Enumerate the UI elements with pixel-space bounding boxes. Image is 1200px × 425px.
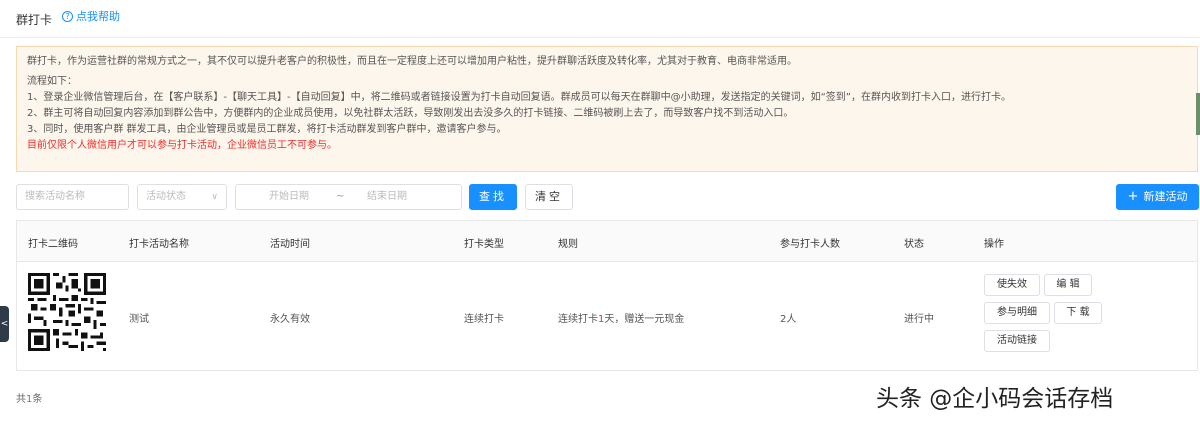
participant-details-button[interactable]: 参与明细 (984, 302, 1050, 324)
table-header: 打卡二维码 打卡活动名称 活动时间 打卡类型 规则 参与打卡人数 状态 操作 (17, 221, 1197, 262)
page-title: 群打卡 (16, 13, 53, 27)
notice-panel: 群打卡，作为运营社群的常规方式之一，其不仅可以提升老客户的积极性，而且在一定程度… (16, 46, 1198, 172)
header-name: 打卡活动名称 (129, 239, 189, 250)
activity-status-select[interactable]: 活动状态 ∨ (137, 184, 227, 210)
header-status: 状态 (904, 239, 924, 250)
notice-intro: 群打卡，作为运营社群的常规方式之一，其不仅可以提升老客户的积极性，而且在一定程度… (27, 56, 797, 67)
notice-warning: 目前仅限个人微信用户才可以参与打卡活动，企业微信员工不可参与。 (27, 140, 337, 151)
cell-activity-name: 测试 (129, 314, 149, 325)
search-button[interactable]: 查找 (469, 184, 517, 210)
rule-suffix: 天，赠送一元现金 (604, 314, 685, 325)
cell-status: 进行中 (904, 314, 934, 325)
start-date-input[interactable]: 开始日期 (269, 185, 309, 209)
question-circle-icon: ? (62, 10, 73, 22)
disable-button[interactable]: 使失效 (984, 274, 1040, 296)
notice-step-1: 1、登录企业微信管理后台，在【客户联系】-【聊天工具】-【自动回复】中，将二维码… (27, 92, 1011, 103)
end-date-input[interactable]: 结束日期 (367, 185, 407, 209)
activity-link-button[interactable]: 活动链接 (984, 330, 1050, 352)
watermark-text: 头条 @企小码会话存档 (876, 386, 1114, 412)
total-prefix: 共 (16, 394, 26, 405)
new-activity-label: 新建活动 (1143, 190, 1188, 203)
new-activity-button[interactable]: + 新建活动 (1116, 184, 1199, 210)
help-link-label: 点我帮助 (76, 10, 120, 23)
cell-participant-count: 2人 (780, 314, 797, 325)
total-count: 共1条 (16, 390, 42, 405)
clear-button[interactable]: 清空 (525, 184, 573, 210)
header-time: 活动时间 (270, 239, 310, 250)
cell-rule: 连续打卡1天，赠送一元现金 (558, 310, 684, 325)
scrollbar-thumb[interactable] (1196, 93, 1200, 135)
download-button[interactable]: 下 载 (1054, 302, 1102, 324)
sidebar-toggle[interactable]: < (0, 306, 9, 342)
header-ops: 操作 (984, 239, 1004, 250)
qr-code-image (28, 273, 106, 351)
date-range-picker[interactable]: 开始日期 ~ 结束日期 (235, 184, 462, 210)
edit-button[interactable]: 编 辑 (1044, 274, 1092, 296)
date-separator: ~ (336, 191, 345, 202)
help-link[interactable]: ? 点我帮助 (62, 8, 120, 24)
notice-step-3: 3、同时，使用客户群 群发工具，由企业管理员或是员工群发，将打卡活动群发到客户群… (27, 124, 507, 135)
filter-bar: 搜索活动名称 活动状态 ∨ 开始日期 ~ 结束日期 查找 清空 + 新建活动 (0, 184, 1200, 210)
header-qr: 打卡二维码 (28, 239, 78, 250)
notice-step-2: 2、群主可将自动回复内容添加到群公告中，方便群内的企业成员使用，以免社群太活跃，… (27, 108, 794, 119)
header-rule: 规则 (558, 239, 578, 250)
activity-status-placeholder: 活动状态 (146, 191, 186, 202)
header-count: 参与打卡人数 (780, 239, 840, 250)
cell-checkin-type: 连续打卡 (464, 314, 504, 325)
rule-prefix: 连续打卡 (558, 314, 598, 325)
chevron-down-icon: ∨ (211, 192, 218, 202)
page-header: 群打卡 ? 点我帮助 (0, 0, 1200, 38)
activity-table: 打卡二维码 打卡活动名称 活动时间 打卡类型 规则 参与打卡人数 状态 操作 测… (16, 220, 1198, 371)
plus-icon: + (1127, 189, 1139, 204)
notice-flow-title: 流程如下： (27, 76, 77, 87)
total-suffix: 条 (32, 394, 43, 405)
activity-name-search-input[interactable]: 搜索活动名称 (16, 184, 129, 210)
header-type: 打卡类型 (464, 239, 504, 250)
cell-activity-time: 永久有效 (270, 314, 310, 325)
